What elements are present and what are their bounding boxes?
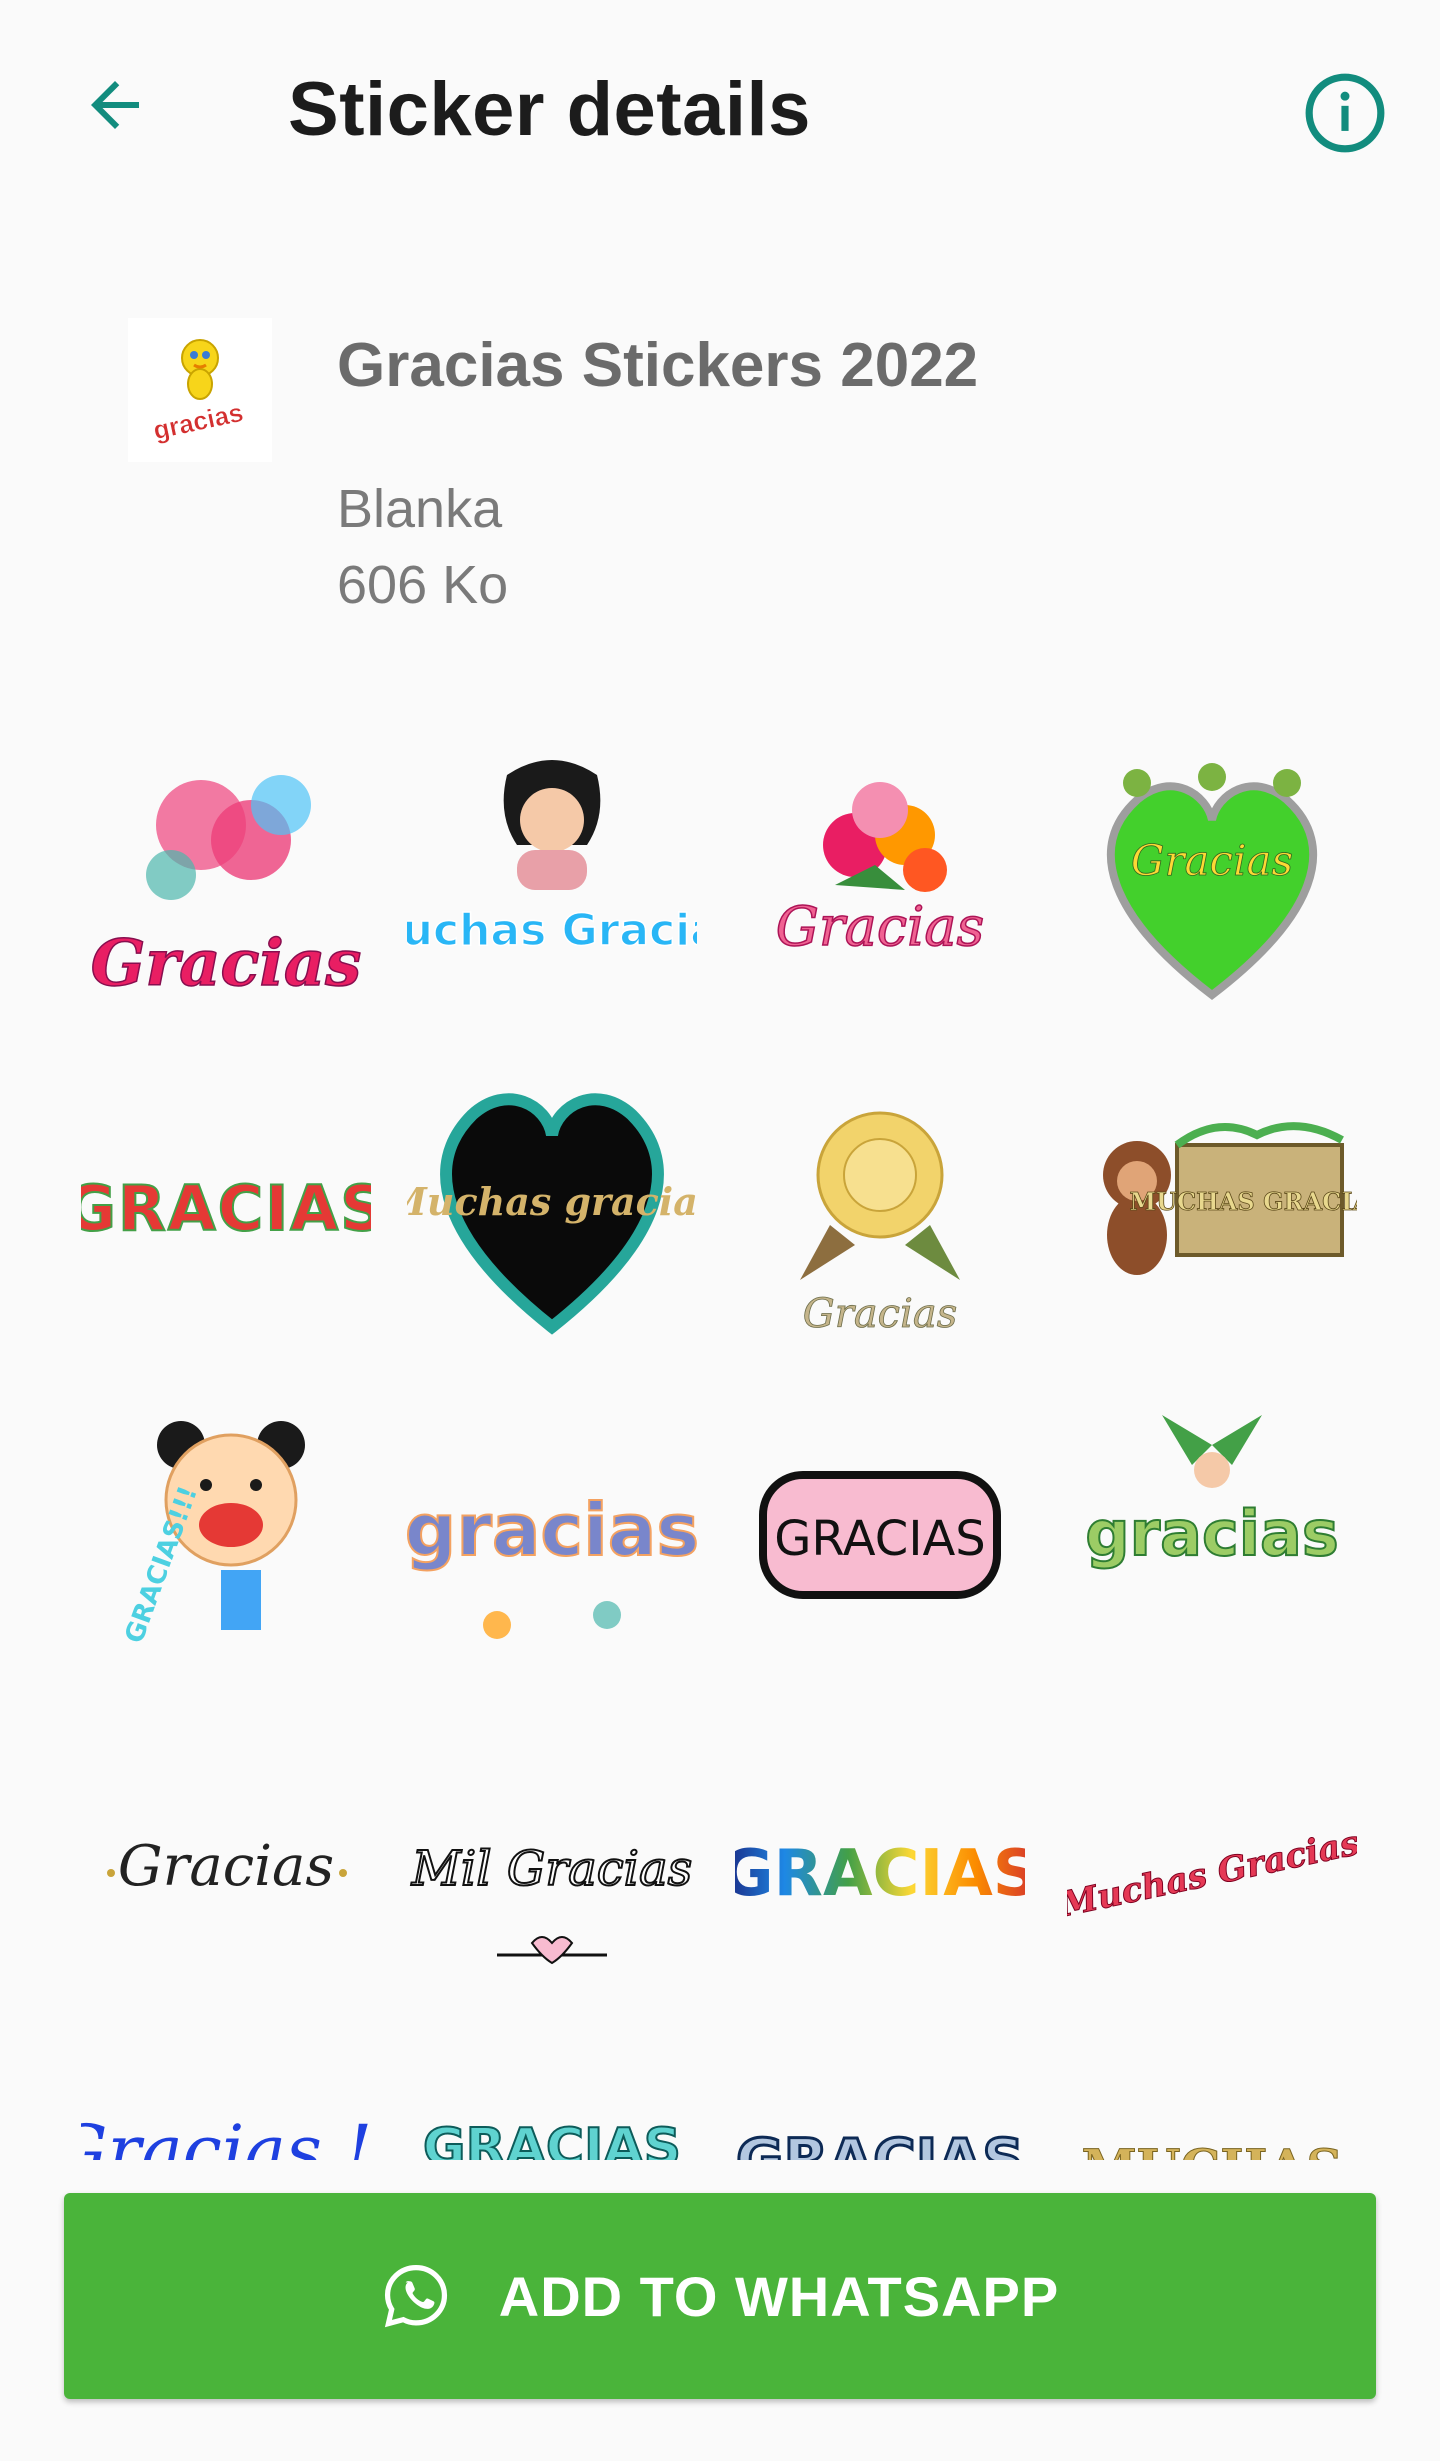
- sticker-item[interactable]: GRACIAS: [730, 1720, 1030, 2020]
- whatsapp-icon: [384, 2264, 447, 2328]
- pack-header: gracias Gracias Stickers 2022 Blanka 606…: [0, 300, 1440, 640]
- add-to-whatsapp-label: ADD TO WHATSAPP: [498, 2264, 1060, 2328]
- svg-text:GRACIAS: GRACIAS: [736, 2126, 1024, 2160]
- add-to-whatsapp-button[interactable]: ADD TO WHATSAPP: [64, 2193, 1376, 2399]
- sticker-item[interactable]: Gracias: [730, 740, 1030, 1040]
- svg-text:Muchas Gracias: Muchas Gracias: [1067, 1823, 1357, 1926]
- info-icon: [1305, 73, 1385, 153]
- svg-text:GRACIAS!!!: GRACIAS!!!: [119, 1482, 204, 1647]
- sticker-item[interactable]: Mil Gracias: [402, 1720, 702, 2020]
- arrow-left-icon: [91, 81, 139, 129]
- svg-text:Gracias !!: Gracias !!: [81, 2110, 371, 2160]
- sticker-grid: Gracias Muchas Gracias Gracias Gracias: [0, 720, 1440, 2160]
- svg-text:Gracias: Gracias: [1131, 836, 1293, 885]
- pack-author: Blanka: [337, 479, 503, 539]
- svg-text:MUCHAS GRACIAS: MUCHAS GRACIAS: [1130, 1187, 1357, 1216]
- sticker-item[interactable]: Gracias: [730, 1060, 1030, 1360]
- svg-text:GRACIAS: GRACIAS: [774, 1511, 986, 1567]
- svg-text:Gracias: Gracias: [776, 895, 985, 958]
- sticker-item[interactable]: GRACIAS!!!: [76, 1380, 376, 1680]
- sticker-item[interactable]: Gracias: [76, 740, 376, 1040]
- sticker-item[interactable]: GRACIAS: [730, 2040, 1030, 2161]
- sticker-item[interactable]: Gracias: [1062, 740, 1362, 1040]
- sticker-item[interactable]: Muchas Gracias: [1062, 1720, 1362, 2020]
- svg-text:gracias: gracias: [407, 1488, 697, 1572]
- sticker-item[interactable]: Muchas Gracias: [402, 740, 702, 1040]
- pack-name: Gracias Stickers 2022: [337, 331, 979, 400]
- sticker-item[interactable]: Muchas gracias: [402, 1060, 702, 1360]
- pack-thumbnail-text: gracias: [150, 397, 245, 445]
- sticker-item[interactable]: gracias: [1062, 1380, 1362, 1680]
- svg-text:Gracias: Gracias: [803, 1291, 958, 1337]
- info-button[interactable]: [1290, 58, 1400, 168]
- sticker-item[interactable]: GRACIAS: [402, 2040, 702, 2160]
- svg-text:GRACIAS: GRACIAS: [81, 1172, 371, 1245]
- svg-text:MUCHAS: MUCHAS: [1082, 2138, 1343, 2160]
- pack-size: 606 Ko: [337, 555, 509, 615]
- app-bar: Sticker details: [0, 0, 1440, 230]
- svg-text:Mil Gracias: Mil Gracias: [411, 1841, 693, 1897]
- svg-text:GRACIAS: GRACIAS: [423, 2118, 681, 2160]
- sticker-item[interactable]: MUCHAS GRACIAS: [1062, 1060, 1362, 1360]
- sticker-item[interactable]: GRACIAS: [76, 1060, 376, 1360]
- sticker-item[interactable]: Gracias !!: [76, 2040, 376, 2160]
- sticker-item[interactable]: gracias: [402, 1380, 702, 1680]
- sticker-item[interactable]: GRACIAS: [730, 1380, 1030, 1680]
- svg-text:Muchas gracias: Muchas gracias: [407, 1179, 697, 1224]
- svg-text:Gracias: Gracias: [91, 926, 362, 1001]
- page-title: Sticker details: [288, 67, 811, 152]
- svg-text:gracias: gracias: [1085, 1497, 1339, 1570]
- back-button[interactable]: [60, 50, 170, 160]
- svg-text:Gracias: Gracias: [118, 1834, 334, 1899]
- sticker-item[interactable]: Gracias: [76, 1720, 376, 2020]
- sticker-item[interactable]: MUCHAS: [1062, 2040, 1362, 2161]
- svg-text:Muchas Gracias: Muchas Gracias: [407, 905, 697, 956]
- pack-thumbnail: gracias: [128, 318, 272, 462]
- svg-text:GRACIAS: GRACIAS: [735, 1837, 1025, 1911]
